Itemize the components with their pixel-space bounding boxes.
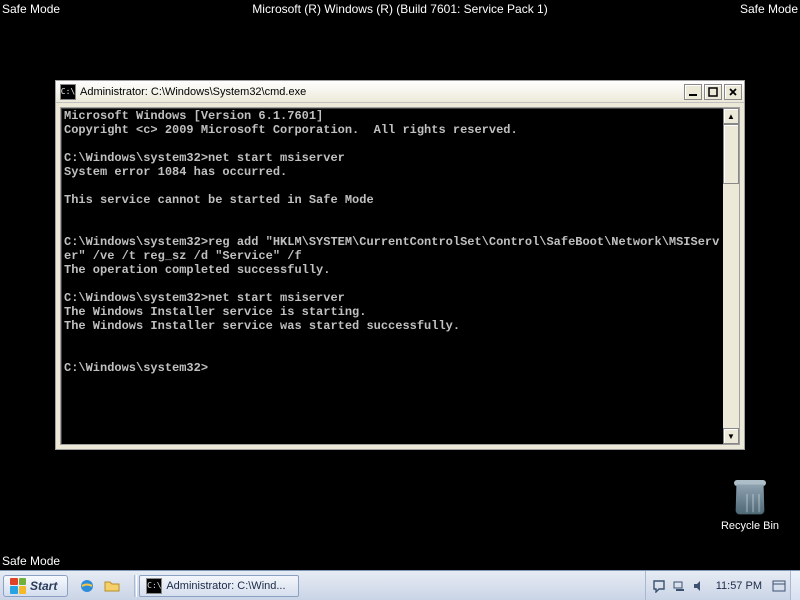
start-label: Start (30, 579, 57, 593)
safemode-label-bottom-left: Safe Mode (2, 554, 60, 568)
taskbar-task-label: Administrator: C:\Wind... (166, 580, 285, 592)
show-desktop-button[interactable] (790, 571, 800, 600)
scrollbar-thumb[interactable] (723, 124, 739, 184)
cmd-client-frame: Microsoft Windows [Version 6.1.7601] Cop… (56, 103, 744, 449)
scrollbar-up-button[interactable]: ▲ (723, 108, 739, 124)
scrollbar-track[interactable] (723, 184, 739, 428)
cmd-scrollbar[interactable]: ▲ ▼ (723, 108, 739, 444)
windows-logo-icon (10, 578, 26, 594)
quick-launch-explorer[interactable] (100, 575, 124, 597)
recycle-bin-icon (730, 474, 770, 518)
cmd-titlebar[interactable]: C:\ Administrator: C:\Windows\System32\c… (56, 81, 744, 103)
cmd-window[interactable]: C:\ Administrator: C:\Windows\System32\c… (55, 80, 745, 450)
taskbar-task-cmd[interactable]: C:\ Administrator: C:\Wind... (139, 575, 299, 597)
close-icon (728, 87, 738, 97)
tray-network-icon[interactable] (672, 579, 686, 593)
cmd-taskbar-icon: C:\ (146, 578, 162, 594)
quick-launch (71, 575, 128, 597)
cmd-client-area[interactable]: Microsoft Windows [Version 6.1.7601] Cop… (60, 107, 740, 445)
quick-launch-ie[interactable] (75, 575, 99, 597)
minimize-icon (688, 87, 698, 97)
taskbar-clock[interactable]: 11:57 PM (712, 580, 766, 592)
cmd-titlebar-icon: C:\ (60, 84, 76, 100)
tray-action-center-icon[interactable] (652, 579, 666, 593)
system-tray: 11:57 PM (645, 571, 790, 600)
internet-explorer-icon (79, 578, 95, 594)
scrollbar-down-button[interactable]: ▼ (723, 428, 739, 444)
safemode-label-top-right: Safe Mode (740, 2, 798, 16)
recycle-bin-desktop-icon[interactable]: Recycle Bin (714, 474, 786, 532)
safemode-label-top-left: Safe Mode (2, 2, 60, 16)
tray-calendar-icon[interactable] (772, 579, 786, 593)
maximize-button[interactable] (704, 84, 722, 100)
cmd-title: Administrator: C:\Windows\System32\cmd.e… (80, 86, 684, 98)
maximize-icon (708, 87, 718, 97)
minimize-button[interactable] (684, 84, 702, 100)
taskbar-separator (134, 575, 137, 597)
taskbar: Start C:\ Administrator: C:\Wind... 11:5… (0, 570, 800, 600)
build-label-top-center: Microsoft (R) Windows (R) (Build 7601: S… (252, 2, 547, 16)
recycle-bin-label: Recycle Bin (714, 520, 786, 532)
close-button[interactable] (724, 84, 742, 100)
tray-volume-icon[interactable] (692, 579, 706, 593)
cmd-output[interactable]: Microsoft Windows [Version 6.1.7601] Cop… (61, 108, 723, 444)
folder-icon (104, 578, 120, 594)
start-button[interactable]: Start (3, 575, 68, 597)
